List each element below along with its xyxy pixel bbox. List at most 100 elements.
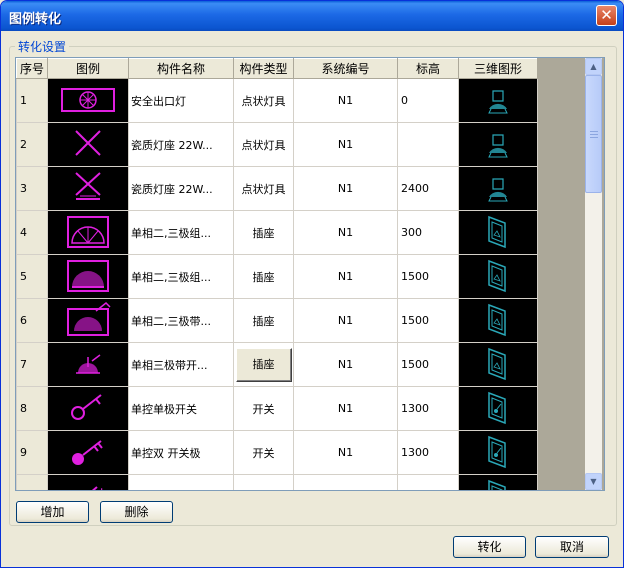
table-row[interactable]: 4 单相二,三极组... 插座 N1 300 bbox=[16, 210, 538, 255]
legend-cell[interactable] bbox=[47, 78, 129, 123]
elevation[interactable]: 1500 bbox=[397, 254, 459, 299]
legend-cell[interactable] bbox=[47, 254, 129, 299]
system-number[interactable]: N1 bbox=[293, 298, 398, 343]
svg-text:t: t bbox=[100, 486, 105, 491]
elevation[interactable] bbox=[397, 122, 459, 167]
elevation[interactable]: 1300 bbox=[397, 386, 459, 431]
component-type-cell[interactable]: 点状灯具 bbox=[233, 78, 294, 123]
component-name[interactable]: 安全出口灯 bbox=[128, 78, 234, 123]
component-name[interactable]: 单控延时开关 bbox=[128, 474, 234, 490]
system-number[interactable]: N1 bbox=[293, 210, 398, 255]
elevation[interactable]: 2400 bbox=[397, 166, 459, 211]
scroll-down-button[interactable]: ▼ bbox=[585, 473, 602, 490]
legend-cell[interactable] bbox=[47, 430, 129, 475]
component-name[interactable]: 单相二,三极组... bbox=[128, 210, 234, 255]
close-button[interactable]: ✕ bbox=[596, 5, 617, 26]
group-label: 转化设置 bbox=[15, 38, 70, 55]
legend-cell[interactable] bbox=[47, 166, 129, 211]
vertical-scrollbar[interactable]: ▲ ▼ bbox=[585, 58, 602, 490]
cancel-button[interactable]: 取消 bbox=[535, 536, 609, 558]
table-row[interactable]: 7 单相三极带开... 插座 N1 1500 bbox=[16, 342, 538, 387]
legend-cell[interactable]: t bbox=[47, 474, 129, 491]
column-header[interactable]: 三维图形 bbox=[458, 58, 538, 79]
type-cell-button[interactable]: 插座 bbox=[235, 347, 292, 382]
socket-switch-icon bbox=[67, 301, 111, 336]
add-button[interactable]: 增加 bbox=[16, 501, 89, 523]
elevation[interactable]: 300 bbox=[397, 210, 459, 255]
table-row[interactable]: 6 单相二,三极带... 插座 N1 1500 bbox=[16, 298, 538, 343]
header-row: 序号 图例 构件名称 构件类型 系统编号 标高 三维图形 bbox=[16, 58, 538, 79]
column-header[interactable]: 序号 bbox=[16, 58, 48, 79]
table-row[interactable]: 2 瓷质灯座 22W... 点状灯具 N1 bbox=[16, 122, 538, 167]
legend-cell[interactable] bbox=[47, 386, 129, 431]
component-name[interactable]: 瓷质灯座 22W... bbox=[128, 166, 234, 211]
component-name[interactable]: 单控单极开关 bbox=[128, 386, 234, 431]
scroll-thumb[interactable] bbox=[585, 75, 602, 193]
table-row[interactable]: 3 瓷质灯座 22W... 点状灯具 N1 2400 bbox=[16, 166, 538, 211]
type-text: 开关 bbox=[253, 491, 275, 492]
component-type-cell[interactable]: 插座 bbox=[233, 298, 294, 343]
elevation[interactable]: 1300 bbox=[397, 430, 459, 475]
component-name[interactable]: 单控双 开关极 bbox=[128, 430, 234, 475]
row-number: 2 bbox=[16, 122, 48, 167]
system-number[interactable]: N1 bbox=[293, 166, 398, 211]
legend-cell[interactable] bbox=[47, 122, 129, 167]
row-number: 4 bbox=[16, 210, 48, 255]
model-3d-cell[interactable] bbox=[458, 210, 538, 255]
legend-cell[interactable] bbox=[47, 210, 129, 255]
row-number: 7 bbox=[16, 342, 48, 387]
model-3d-cell[interactable] bbox=[458, 166, 538, 211]
elevation[interactable]: 1300 bbox=[397, 474, 459, 490]
component-type-cell[interactable]: 点状灯具 bbox=[233, 166, 294, 211]
table-row[interactable]: 9 单控双 开关极 开关 N1 1300 bbox=[16, 430, 538, 475]
model-3d-cell[interactable] bbox=[458, 122, 538, 167]
column-header[interactable]: 图例 bbox=[47, 58, 129, 79]
scroll-up-button[interactable]: ▲ bbox=[585, 58, 602, 75]
component-type-cell[interactable]: 点状灯具 bbox=[233, 122, 294, 167]
component-name[interactable]: 单相二,三极组... bbox=[128, 254, 234, 299]
system-number[interactable]: N1 bbox=[293, 342, 398, 387]
table-row[interactable]: 1 安全出口灯 点状灯具 N1 0 bbox=[16, 78, 538, 123]
elevation[interactable]: 1500 bbox=[397, 298, 459, 343]
table-row[interactable]: 10 t 单控延时开关开关 N11300 bbox=[16, 474, 538, 492]
model-3d-cell[interactable] bbox=[458, 78, 538, 123]
component-type-cell[interactable]: 开关 bbox=[233, 386, 294, 431]
legend-grid: 序号 图例 构件名称 构件类型 系统编号 标高 三维图形 1 安全出口灯 点状灯具 N1 0 2 瓷质灯… bbox=[15, 57, 605, 491]
component-type-cell[interactable]: 插座 bbox=[233, 342, 294, 387]
model-3d-cell[interactable] bbox=[458, 474, 538, 490]
system-number[interactable]: N1 bbox=[293, 254, 398, 299]
delete-button[interactable]: 删除 bbox=[100, 501, 173, 523]
model-3d-cell[interactable] bbox=[458, 386, 538, 431]
component-name[interactable]: 单相二,三极带... bbox=[128, 298, 234, 343]
convert-button[interactable]: 转化 bbox=[453, 536, 526, 558]
column-header[interactable]: 构件类型 bbox=[233, 58, 294, 79]
model-3d-cell[interactable] bbox=[458, 430, 538, 475]
system-number[interactable]: N1 bbox=[293, 386, 398, 431]
table-row[interactable]: 5 单相二,三极组... 插座 N1 1500 bbox=[16, 254, 538, 299]
column-header[interactable]: 构件名称 bbox=[128, 58, 234, 79]
table-row[interactable]: 8 单控单极开关 开关 N1 1300 bbox=[16, 386, 538, 431]
column-header[interactable]: 标高 bbox=[397, 58, 459, 79]
model-3d-cell[interactable] bbox=[458, 298, 538, 343]
title-bar[interactable]: 图例转化 ✕ bbox=[1, 1, 623, 31]
model-3d-cell[interactable] bbox=[458, 254, 538, 299]
system-number[interactable]: N1 bbox=[293, 474, 398, 490]
system-number[interactable]: N1 bbox=[293, 122, 398, 167]
elevation[interactable]: 0 bbox=[397, 78, 459, 123]
model-3d-cell[interactable] bbox=[458, 342, 538, 387]
component-type-cell[interactable]: 开关 bbox=[233, 430, 294, 475]
row-number: 10 bbox=[16, 474, 48, 490]
elevation[interactable]: 1500 bbox=[397, 342, 459, 387]
system-number[interactable]: N1 bbox=[293, 78, 398, 123]
component-type-cell[interactable]: 插座 bbox=[233, 210, 294, 255]
system-number[interactable]: N1 bbox=[293, 430, 398, 475]
component-name[interactable]: 单相三极带开... bbox=[128, 342, 234, 387]
component-type-cell[interactable]: 开关 bbox=[233, 474, 294, 492]
legend-cell[interactable] bbox=[47, 342, 129, 387]
switch-3d-icon bbox=[488, 479, 506, 490]
component-type-cell[interactable]: 插座 bbox=[233, 254, 294, 299]
component-name[interactable]: 瓷质灯座 22W... bbox=[128, 122, 234, 167]
column-header[interactable]: 系统编号 bbox=[293, 58, 398, 79]
legend-cell[interactable] bbox=[47, 298, 129, 343]
panel-3d-icon bbox=[488, 347, 506, 381]
